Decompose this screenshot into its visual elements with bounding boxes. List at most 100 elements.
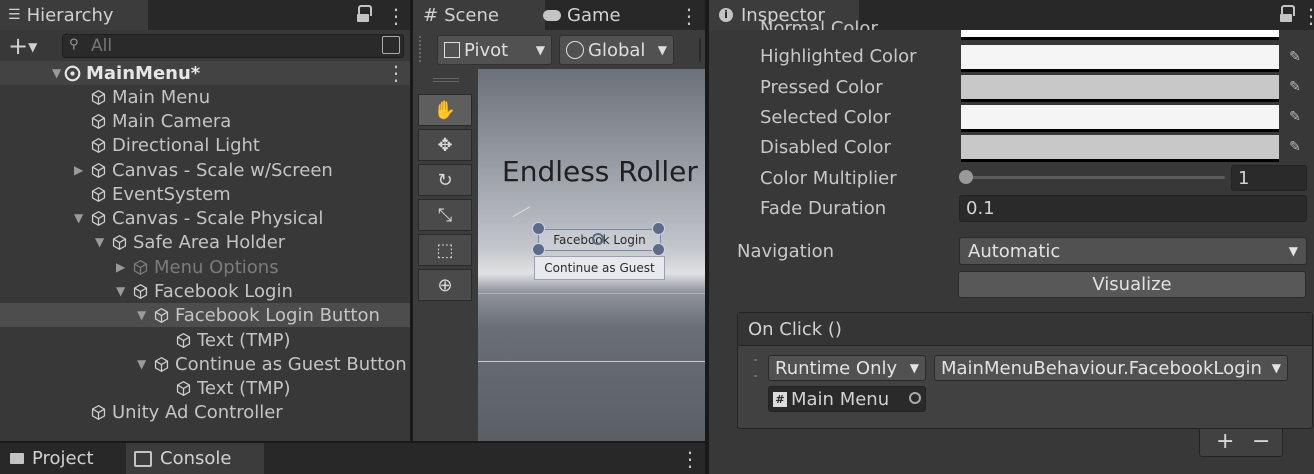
expand-arrow-icon[interactable]: ▼	[52, 66, 64, 80]
move-tool-icon[interactable]: ✥	[418, 129, 472, 161]
scale-tool-icon[interactable]: ⤡	[418, 199, 472, 231]
tab-scene[interactable]: # Scene	[413, 0, 545, 30]
anchor-handle[interactable]	[532, 222, 545, 235]
tree-item[interactable]: Main Menu	[0, 85, 410, 109]
tree-item[interactable]: ▼ Facebook Login	[0, 279, 410, 303]
continue-guest-preview: Continue as Guest	[534, 256, 665, 280]
tree-item[interactable]: EventSystem	[0, 182, 410, 206]
tree-item[interactable]: ▼ Safe Area Holder	[0, 230, 410, 254]
search-filter-icon[interactable]	[382, 36, 400, 54]
eyedropper-icon[interactable]: ✎	[1283, 75, 1307, 99]
runtime-value: Runtime Only	[775, 357, 898, 379]
eyedropper-icon[interactable]: ✎	[1283, 45, 1307, 69]
collapse-arrow-icon[interactable]: ▶	[116, 260, 128, 274]
add-listener-button[interactable]: +	[1216, 429, 1234, 454]
navigation-dropdown[interactable]: Automatic ▼	[959, 237, 1307, 265]
chevron-down-icon: ▼	[657, 43, 667, 57]
anchor-handle[interactable]	[652, 243, 665, 256]
expand-arrow-icon[interactable]: ▼	[116, 284, 128, 298]
tree-item[interactable]: Directional Light	[0, 133, 410, 157]
color-multiplier-slider[interactable]	[959, 170, 1225, 184]
color-multiplier-label: Color Multiplier	[760, 168, 897, 189]
onclick-event-box: On Click () Runtime Only ▼ MainMenuBehav…	[737, 312, 1313, 429]
anchor-handle[interactable]	[652, 222, 665, 235]
expand-arrow-icon[interactable]: ▼	[74, 211, 86, 225]
expand-arrow-icon[interactable]: ▼	[137, 308, 149, 322]
lock-icon[interactable]	[357, 5, 372, 22]
continue-guest-preview-label: Continue as Guest	[544, 261, 655, 275]
global-dropdown[interactable]: Global ▼	[559, 35, 674, 65]
scene-menu-icon[interactable]: ⋮	[386, 61, 406, 85]
scene-menu-icon[interactable]: ⋮	[679, 4, 699, 28]
target-object-field[interactable]: # Main Menu	[768, 386, 926, 412]
hierarchy-search-input[interactable]: ⚲ All	[62, 34, 404, 58]
visualize-button[interactable]: Visualize	[958, 271, 1306, 298]
scene-row[interactable]: ▼ MainMenu* ⋮	[0, 61, 410, 85]
slider-thumb[interactable]	[959, 170, 973, 184]
tree-item-selected[interactable]: ▼ Facebook Login Button	[0, 303, 410, 327]
tab-hierarchy[interactable]: ☰ Hierarchy	[0, 0, 148, 30]
rect-tool-icon[interactable]: ⬚	[418, 234, 472, 266]
scene-toolbar: Pivot ▼ Global ▼	[413, 30, 705, 68]
tree-item[interactable]: ▶ Canvas - Scale w/Screen	[0, 158, 410, 182]
rotate-tool-icon[interactable]: ↻	[418, 164, 472, 196]
function-value: MainMenuBehaviour.FacebookLogin	[941, 357, 1262, 379]
eyedropper-icon[interactable]: ✎	[1283, 105, 1307, 129]
highlighted-color-swatch[interactable]	[961, 45, 1279, 72]
drag-handle-icon[interactable]	[754, 359, 757, 377]
object-picker-icon[interactable]	[909, 392, 921, 404]
color-multiplier-field[interactable]: 1	[1231, 165, 1307, 191]
tree-item[interactable]: Unity Ad Controller	[0, 400, 410, 424]
anchor-handle[interactable]	[532, 243, 545, 256]
search-icon: ⚲	[69, 37, 79, 52]
disabled-color-swatch[interactable]	[961, 135, 1279, 162]
collapse-arrow-icon[interactable]: ▶	[74, 163, 86, 177]
tab-scene-label: Scene	[444, 4, 499, 26]
lock-icon[interactable]	[1280, 5, 1295, 22]
scene-viewport[interactable]: Endless Roller Facebook Login Continue a…	[478, 69, 705, 441]
add-object-button[interactable]: +▼	[8, 32, 37, 60]
tree-item[interactable]: Text (TMP)	[0, 376, 410, 400]
tree-item[interactable]: Text (TMP)	[0, 328, 410, 352]
fade-duration-value: 0.1	[966, 198, 995, 219]
function-dropdown[interactable]: MainMenuBehaviour.FacebookLogin ▼	[934, 355, 1288, 381]
gameobject-icon	[112, 234, 127, 250]
hierarchy-menu-icon[interactable]: ⋮	[386, 4, 406, 28]
list-footer: + −	[1199, 429, 1283, 457]
game-title-text: Endless Roller	[502, 155, 698, 188]
transform-tool-icon[interactable]: ⊕	[418, 269, 472, 301]
tree-item-label: EventSystem	[112, 183, 231, 205]
tree-item[interactable]: ▼ Canvas - Scale Physical	[0, 206, 410, 230]
expand-arrow-icon[interactable]: ▼	[95, 235, 107, 249]
disabled-color-label: Disabled Color	[760, 137, 891, 158]
tree-item[interactable]: ▶ Menu Options	[0, 255, 410, 279]
gameobject-icon	[176, 380, 191, 396]
tab-project[interactable]: Project	[0, 443, 132, 474]
tree-item-label: Facebook Login Button	[175, 304, 380, 326]
transform-toolbox: ✋ ✥ ↻ ⤡ ⬚ ⊕	[418, 94, 473, 304]
bottom-menu-icon[interactable]: ⋮	[680, 447, 700, 471]
horizon-line	[478, 293, 705, 294]
tab-console[interactable]: Console	[126, 443, 264, 474]
runtime-dropdown[interactable]: Runtime Only ▼	[768, 355, 926, 381]
grid-icon: #	[423, 4, 439, 26]
bottom-tabbar: Project Console ⋮	[0, 443, 705, 474]
pivot-handle[interactable]	[592, 233, 604, 245]
eyedropper-icon[interactable]: ✎	[1283, 135, 1307, 159]
tree-item[interactable]: Main Camera	[0, 109, 410, 133]
selected-color-swatch[interactable]	[961, 105, 1279, 132]
tab-game[interactable]: Game	[543, 0, 663, 30]
hand-tool-icon[interactable]: ✋	[418, 94, 472, 126]
console-icon	[134, 450, 152, 467]
pressed-color-swatch[interactable]	[961, 75, 1279, 102]
fade-duration-field[interactable]: 0.1	[959, 195, 1307, 222]
inspector-menu-icon[interactable]: ⋮	[1301, 4, 1314, 28]
onclick-header: On Click ()	[738, 313, 1312, 346]
scene-name: MainMenu*	[86, 62, 201, 84]
pivot-dropdown[interactable]: Pivot ▼	[437, 35, 552, 65]
expand-arrow-icon[interactable]: ▼	[137, 357, 149, 371]
tree-item[interactable]: ▼ Continue as Guest Button	[0, 352, 410, 376]
remove-listener-button[interactable]: −	[1252, 429, 1270, 454]
normal-color-swatch[interactable]	[961, 30, 1279, 40]
scene-tabbar: # Scene Game ⋮	[413, 0, 705, 30]
